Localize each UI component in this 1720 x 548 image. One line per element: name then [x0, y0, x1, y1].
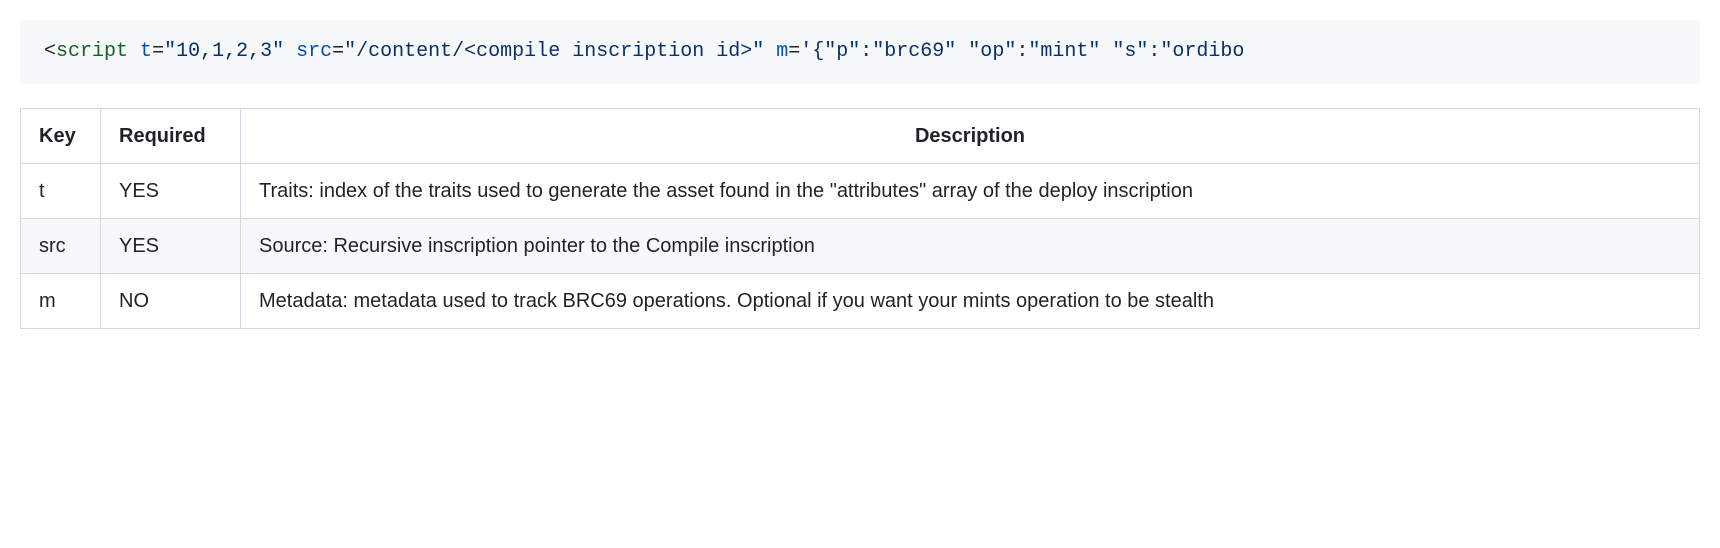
cell-description: Traits: index of the traits used to gene… [241, 164, 1700, 219]
code-equals-3: = [788, 40, 800, 63]
cell-required: NO [101, 274, 241, 329]
code-value-src: "/content/<compile inscription id>" [344, 40, 764, 63]
code-equals-2: = [332, 40, 344, 63]
code-attr-m: m [776, 40, 788, 63]
cell-key: src [21, 219, 101, 274]
code-equals-1: = [152, 40, 164, 63]
code-open-bracket: < [44, 40, 56, 63]
header-key: Key [21, 109, 101, 164]
table-header-row: Key Required Description [21, 109, 1700, 164]
code-tag-name: script [56, 40, 128, 63]
code-block: <script t="10,1,2,3" src="/content/<comp… [20, 20, 1700, 84]
table-row: t YES Traits: index of the traits used t… [21, 164, 1700, 219]
params-table: Key Required Description t YES Traits: i… [20, 108, 1700, 329]
table-row: m NO Metadata: metadata used to track BR… [21, 274, 1700, 329]
cell-description: Metadata: metadata used to track BRC69 o… [241, 274, 1700, 329]
cell-required: YES [101, 164, 241, 219]
table-row: src YES Source: Recursive inscription po… [21, 219, 1700, 274]
cell-key: t [21, 164, 101, 219]
cell-description: Source: Recursive inscription pointer to… [241, 219, 1700, 274]
header-description: Description [241, 109, 1700, 164]
code-value-m: '{"p":"brc69" "op":"mint" "s":"ordibo [800, 40, 1244, 63]
code-attr-src: src [296, 40, 332, 63]
code-value-t: "10,1,2,3" [164, 40, 284, 63]
header-required: Required [101, 109, 241, 164]
cell-key: m [21, 274, 101, 329]
cell-required: YES [101, 219, 241, 274]
code-attr-t: t [140, 40, 152, 63]
